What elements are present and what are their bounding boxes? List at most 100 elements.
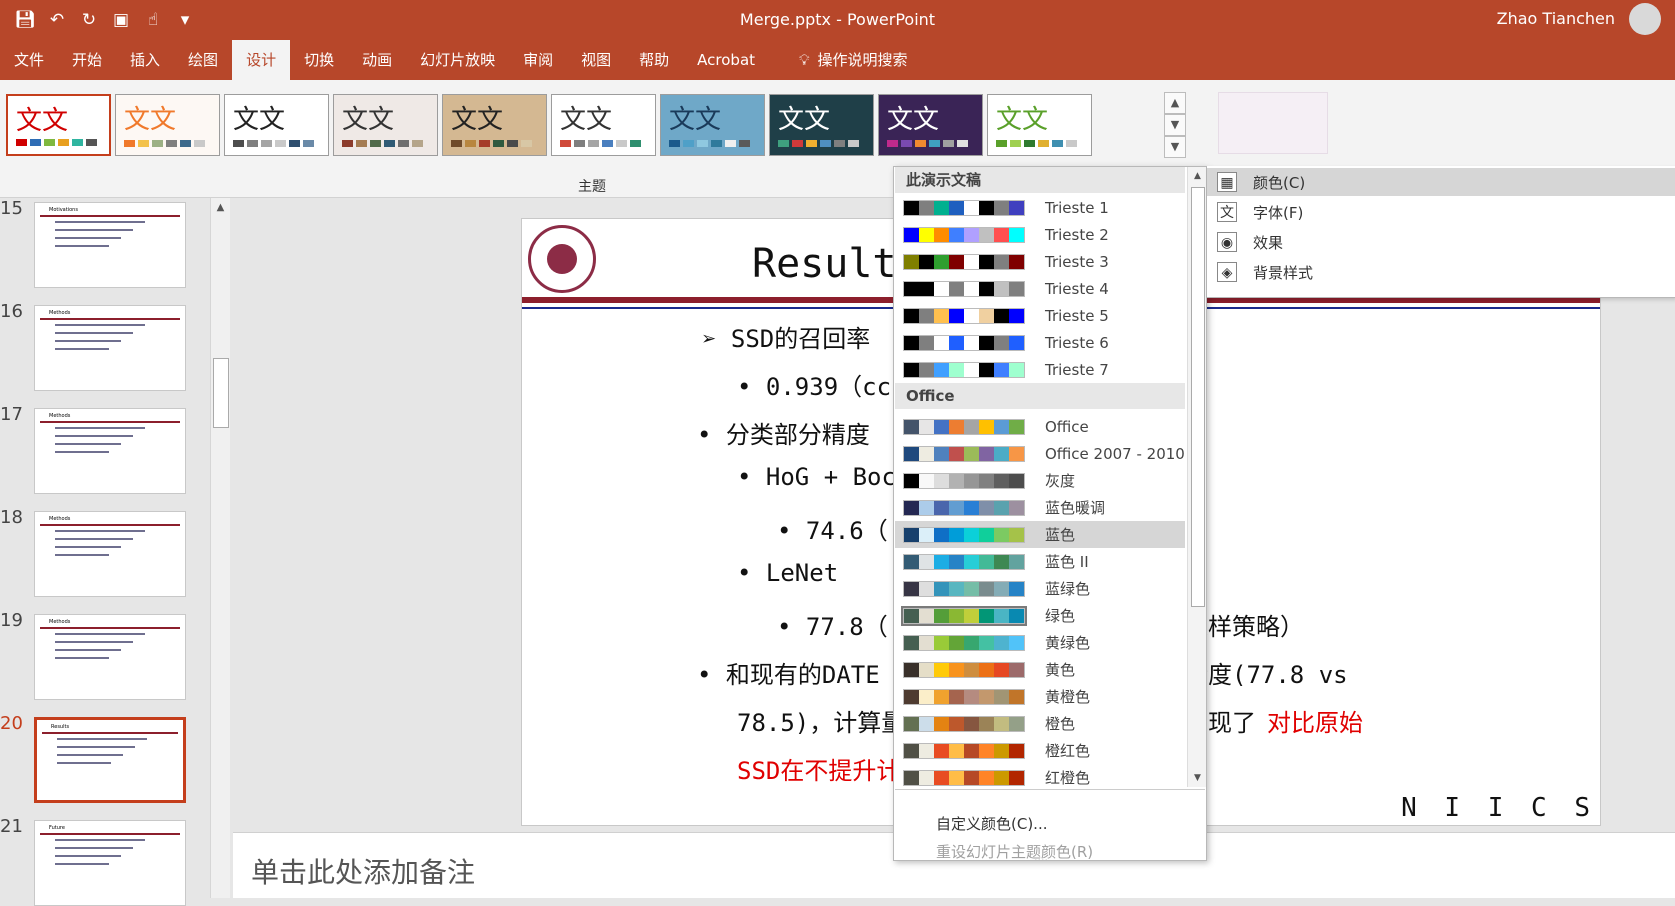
color-scheme-item[interactable]: Office <box>895 413 1185 440</box>
color-scheme-item[interactable]: Trieste 3 <box>895 248 1185 275</box>
color-scheme-item[interactable]: 橙红色 <box>895 737 1185 764</box>
theme-thumbnail-10[interactable]: 文文 <box>987 94 1092 156</box>
color-scheme-item[interactable]: 蓝绿色 <box>895 575 1185 602</box>
color-scheme-item[interactable]: Trieste 1 <box>895 194 1185 221</box>
color-swatch <box>949 200 964 215</box>
slide-bullet-text[interactable]: • 0.939（cc <box>737 367 891 402</box>
theme-thumbnail-9[interactable]: 文文 <box>878 94 983 156</box>
color-swatch <box>904 446 919 461</box>
color-scheme-swatches <box>903 199 1025 216</box>
color-swatch <box>1009 335 1024 350</box>
gallery-down-button[interactable]: ▼ <box>1164 114 1186 136</box>
slide-bullet-text[interactable]: ➢ SSD的召回率 <box>702 319 870 354</box>
color-scheme-item[interactable]: Trieste 7 <box>895 356 1185 383</box>
theme-swatch <box>58 139 69 146</box>
scroll-thumb[interactable] <box>213 358 229 428</box>
color-scheme-item[interactable]: Trieste 4 <box>895 275 1185 302</box>
tab-6[interactable]: 动画 <box>348 40 406 80</box>
theme-thumbnail-2[interactable]: 文文 <box>115 94 220 156</box>
thumbnail-scrollbar[interactable]: ▲ <box>210 198 230 898</box>
menu-item-4[interactable]: ◈ 背景样式 <box>1207 258 1675 286</box>
slide-bullet-text[interactable]: • 和现有的DATE <box>697 655 880 690</box>
slide-thumbnail-18[interactable]: Methods <box>34 511 186 597</box>
tab-11[interactable]: Acrobat <box>683 40 769 80</box>
theme-swatch <box>342 140 353 147</box>
slide-thumbnail-19[interactable]: Methods <box>34 614 186 700</box>
menu-item-1[interactable]: ▦ 颜色(C) <box>1207 168 1675 196</box>
color-scheme-item[interactable]: Office 2007 - 2010 <box>895 440 1185 467</box>
scroll-thumb[interactable] <box>1191 187 1205 607</box>
color-swatch <box>934 608 949 623</box>
theme-swatch <box>507 140 518 147</box>
thumbnail-rule <box>42 732 178 734</box>
color-swatch <box>934 554 949 569</box>
custom-colors-command[interactable]: 自定义颜色(C)... <box>936 813 1047 834</box>
color-scheme-swatches <box>903 634 1025 651</box>
dropdown-scrollbar[interactable]: ▲ ▼ <box>1187 167 1206 787</box>
menu-item-3[interactable]: ◉ 效果 <box>1207 228 1675 256</box>
tab-2[interactable]: 插入 <box>116 40 174 80</box>
theme-swatch <box>493 140 504 147</box>
tab-9[interactable]: 视图 <box>567 40 625 80</box>
color-scheme-item[interactable]: 蓝色暖调 <box>895 494 1185 521</box>
tab-8[interactable]: 审阅 <box>509 40 567 80</box>
theme-swatch <box>289 140 300 147</box>
tab-10[interactable]: 帮助 <box>625 40 683 80</box>
slide-thumbnail-15[interactable]: Motivations <box>34 202 186 288</box>
slide-thumbnail-16[interactable]: Methods <box>34 305 186 391</box>
tab-1[interactable]: 开始 <box>58 40 116 80</box>
scroll-up-icon[interactable]: ▲ <box>1188 167 1206 185</box>
variant-thumbnail[interactable] <box>1218 92 1328 154</box>
tab-0[interactable]: 文件 <box>0 40 58 80</box>
slide-bullet-text[interactable]: SSD在不提升计 <box>737 751 900 786</box>
color-swatch <box>979 281 994 296</box>
theme-color-bar <box>560 140 641 147</box>
color-scheme-item[interactable]: 绿色 <box>895 602 1185 629</box>
slide-thumbnail-21[interactable]: Future <box>34 820 186 906</box>
theme-thumbnail-5[interactable]: 文文 <box>442 94 547 156</box>
slide-bullet-text[interactable]: • 分类部分精度 <box>697 415 870 450</box>
color-scheme-item[interactable]: Trieste 6 <box>895 329 1185 356</box>
gallery-more-button[interactable]: ▼ <box>1164 136 1186 158</box>
menu-item-2[interactable]: 文字体(F) <box>1207 198 1675 226</box>
avatar[interactable] <box>1629 3 1661 35</box>
slide-bullet-text[interactable]: 对比原始 <box>1267 703 1363 738</box>
theme-thumbnail-7[interactable]: 文文 <box>660 94 765 156</box>
color-scheme-item[interactable]: 黄色 <box>895 656 1185 683</box>
color-scheme-item[interactable]: 橙色 <box>895 710 1185 737</box>
tab-5[interactable]: 切换 <box>290 40 348 80</box>
scroll-down-icon[interactable]: ▼ <box>1188 769 1206 787</box>
color-swatch <box>919 581 934 596</box>
university-logo <box>528 225 596 293</box>
theme-thumbnail-6[interactable]: 文文 <box>551 94 656 156</box>
scroll-up-icon[interactable]: ▲ <box>211 198 230 218</box>
resize-grip[interactable]: .... <box>1034 851 1048 860</box>
theme-thumbnail-4[interactable]: 文文 <box>333 94 438 156</box>
tab-7[interactable]: 幻灯片放映 <box>406 40 509 80</box>
color-scheme-item[interactable]: 灰度 <box>895 467 1185 494</box>
color-scheme-item[interactable]: 黄橙色 <box>895 683 1185 710</box>
slide-bullet-text[interactable]: • HoG + Boc <box>737 463 896 491</box>
slide-bullet-text[interactable]: • LeNet <box>737 559 838 587</box>
theme-thumbnail-8[interactable]: 文文 <box>769 94 874 156</box>
tab-4[interactable]: 设计 <box>232 40 291 82</box>
color-scheme-item[interactable]: 蓝色 <box>895 521 1185 548</box>
theme-thumbnail-3[interactable]: 文文 <box>224 94 329 156</box>
tab-3[interactable]: 绘图 <box>174 40 232 80</box>
slide-bullet-text[interactable]: • 77.8（ <box>777 607 888 642</box>
gallery-up-button[interactable]: ▲ <box>1164 92 1186 114</box>
tell-me-search[interactable]: 💡︎ 操作说明搜索 <box>769 40 922 80</box>
slide-bullet-text[interactable]: • 74.6（ <box>777 511 888 546</box>
slide-thumbnail-17[interactable]: Methods <box>34 408 186 494</box>
color-swatch <box>1009 308 1024 323</box>
color-scheme-item[interactable]: Trieste 2 <box>895 221 1185 248</box>
color-scheme-item[interactable]: 蓝色 II <box>895 548 1185 575</box>
user-name[interactable]: Zhao Tianchen <box>1497 9 1615 28</box>
slide-thumbnail-20[interactable]: Results <box>34 717 186 803</box>
theme-thumbnail-1[interactable]: 文文 <box>6 94 111 156</box>
slide-bullet-text[interactable]: 78.5)，计算量 <box>737 703 905 738</box>
niics-logo: N I I C S <box>1401 793 1596 823</box>
color-scheme-item[interactable]: Trieste 5 <box>895 302 1185 329</box>
color-scheme-item[interactable]: 红橙色 <box>895 764 1185 791</box>
color-scheme-item[interactable]: 黄绿色 <box>895 629 1185 656</box>
